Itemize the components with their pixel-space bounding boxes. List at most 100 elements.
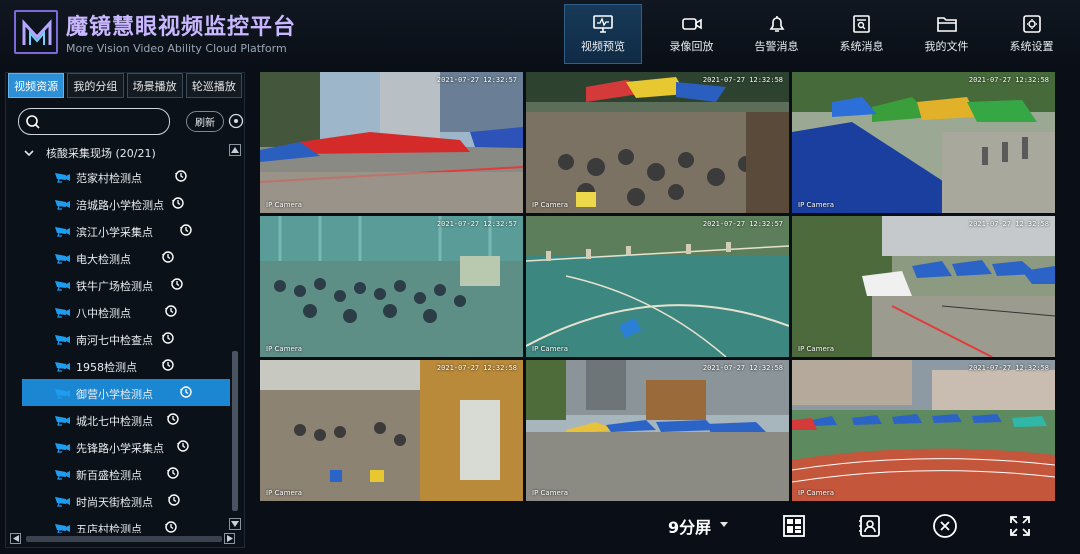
- vertical-scrollbar-thumb[interactable]: [232, 351, 238, 511]
- nav-settings[interactable]: 系统设置: [989, 4, 1074, 64]
- tree-item[interactable]: 新百盛检测点: [14, 460, 230, 487]
- user-portrait-button[interactable]: [856, 512, 884, 540]
- camera-icon: [55, 416, 70, 426]
- camera-icon: [55, 335, 70, 345]
- tab-my-groups[interactable]: 我的分组: [67, 73, 124, 98]
- video-feed-cell[interactable]: 2021-07-27 12:32:57 IP Camera: [260, 72, 523, 213]
- user-portrait-icon: [859, 515, 880, 537]
- history-icon[interactable]: [161, 250, 175, 264]
- tree-item[interactable]: 八中检测点: [14, 298, 230, 325]
- tab-scene-play[interactable]: 场景播放: [126, 73, 183, 98]
- history-icon[interactable]: [164, 520, 178, 533]
- video-frame: [526, 216, 789, 357]
- triangle-left-icon: [12, 535, 19, 542]
- history-icon[interactable]: [171, 196, 185, 210]
- history-icon[interactable]: [164, 304, 178, 318]
- tab-video-resources[interactable]: 视频资源: [8, 73, 65, 98]
- video-feed-cell[interactable]: 2021-07-27 12:32:58 IP Camera: [260, 360, 523, 501]
- triangle-down-icon: [231, 521, 239, 527]
- camera-label: IP Camera: [532, 345, 568, 353]
- history-icon[interactable]: [161, 358, 175, 372]
- camera-icon: [55, 254, 70, 264]
- tree-item[interactable]: 涪城路小学检测点: [14, 190, 230, 217]
- fullscreen-icon: [1010, 516, 1030, 536]
- layout-grid-button[interactable]: [780, 512, 808, 540]
- history-icon[interactable]: [179, 385, 193, 399]
- scroll-left-button[interactable]: [10, 533, 21, 544]
- caret-down-icon[interactable]: [720, 522, 728, 527]
- camera-icon: [55, 470, 70, 480]
- nav-my-files[interactable]: 我的文件: [904, 4, 989, 64]
- search-box[interactable]: [18, 108, 170, 135]
- history-icon[interactable]: [167, 493, 181, 507]
- video-timestamp: 2021-07-27 12:32:58: [968, 76, 1049, 84]
- history-icon[interactable]: [179, 223, 193, 237]
- camera-icon: [55, 524, 70, 533]
- tree-item-label: 八中检测点: [76, 307, 131, 320]
- horizontal-scrollbar[interactable]: [8, 533, 242, 545]
- nav-label: 视频预览: [581, 40, 625, 53]
- video-feed-cell[interactable]: 2021-07-27 12:32:58 IP Camera: [526, 72, 789, 213]
- video-feed-cell[interactable]: 2021-07-27 12:32:57 IP Camera: [260, 216, 523, 357]
- brand-title: 魔镜慧眼视频监控平台: [66, 15, 297, 40]
- split-layout-selector[interactable]: 9分屏: [668, 514, 711, 538]
- history-icon[interactable]: [176, 439, 190, 453]
- horizontal-scrollbar-thumb[interactable]: [26, 536, 222, 542]
- nav-label: 系统消息: [839, 40, 884, 53]
- history-icon[interactable]: [161, 331, 175, 345]
- refresh-button[interactable]: 刷新: [186, 111, 224, 132]
- video-frame: [526, 72, 789, 213]
- tree-item[interactable]: 南河七中检查点: [14, 325, 230, 352]
- monitor-icon: [592, 14, 614, 34]
- tree-item[interactable]: 城北七中检测点: [14, 406, 230, 433]
- camera-label: IP Camera: [798, 201, 834, 209]
- camera-label: IP Camera: [798, 345, 834, 353]
- video-timestamp: 2021-07-27 12:32:58: [702, 364, 783, 372]
- fullscreen-button[interactable]: [1006, 512, 1034, 540]
- tree-item[interactable]: 1958检测点: [14, 352, 230, 379]
- history-icon[interactable]: [174, 169, 188, 183]
- nav-video-preview[interactable]: 视频预览: [564, 4, 642, 64]
- tree-item[interactable]: 御营小学检测点: [22, 379, 230, 406]
- search-input[interactable]: [45, 113, 165, 131]
- tree-item[interactable]: 时尚天街检测点: [14, 487, 230, 514]
- search-icon: [26, 115, 40, 129]
- tree-item-label: 五店村检测点: [76, 523, 142, 533]
- nav-label: 我的文件: [924, 40, 969, 53]
- tree-item[interactable]: 电大检测点: [14, 244, 230, 271]
- tree-group[interactable]: 核酸采集现场 (20/21): [14, 143, 230, 163]
- video-feed-cell[interactable]: 2021-07-27 12:32:58 IP Camera: [792, 360, 1055, 501]
- video-feed-cell[interactable]: 2021-07-27 12:32:57 IP Camera: [526, 216, 789, 357]
- tab-patrol-play[interactable]: 轮巡播放: [185, 73, 242, 98]
- tree-item[interactable]: 铁牛广场检测点: [14, 271, 230, 298]
- nav-label: 告警消息: [754, 40, 799, 53]
- tree-item[interactable]: 范家村检测点: [14, 163, 230, 190]
- layout-grid-icon: [783, 515, 805, 537]
- close-all-button[interactable]: [931, 512, 959, 540]
- video-feed-cell[interactable]: 2021-07-27 12:32:58 IP Camera: [526, 360, 789, 501]
- scroll-down-button[interactable]: [229, 518, 241, 530]
- nav-playback[interactable]: 录像回放: [649, 4, 734, 64]
- history-icon[interactable]: [166, 466, 180, 480]
- camera-label: IP Camera: [532, 489, 568, 497]
- video-feed-cell[interactable]: 2021-07-27 12:32:58 IP Camera: [792, 216, 1055, 357]
- camera-label: IP Camera: [266, 345, 302, 353]
- nav-alarm[interactable]: 告警消息: [734, 4, 819, 64]
- scroll-up-button[interactable]: [229, 144, 241, 156]
- video-feed-cell[interactable]: 2021-07-27 12:32:58 IP Camera: [792, 72, 1055, 213]
- history-icon[interactable]: [166, 412, 180, 426]
- settings-icon: [1021, 14, 1043, 34]
- tree-item[interactable]: 五店村检测点: [14, 514, 230, 533]
- camera-icon: [55, 308, 70, 318]
- camera-label: IP Camera: [798, 489, 834, 497]
- video-frame: [260, 216, 523, 357]
- tree-item-label: 先锋路小学采集点: [76, 442, 164, 455]
- close-circle-icon: [933, 514, 957, 538]
- tree-item[interactable]: 滨江小学采集点: [14, 217, 230, 244]
- tree-item[interactable]: 先锋路小学采集点: [14, 433, 230, 460]
- bell-icon: [766, 14, 788, 34]
- eye-icon[interactable]: [228, 113, 244, 129]
- nav-system-message[interactable]: 系统消息: [819, 4, 904, 64]
- scroll-right-button[interactable]: [224, 533, 235, 544]
- history-icon[interactable]: [170, 277, 184, 291]
